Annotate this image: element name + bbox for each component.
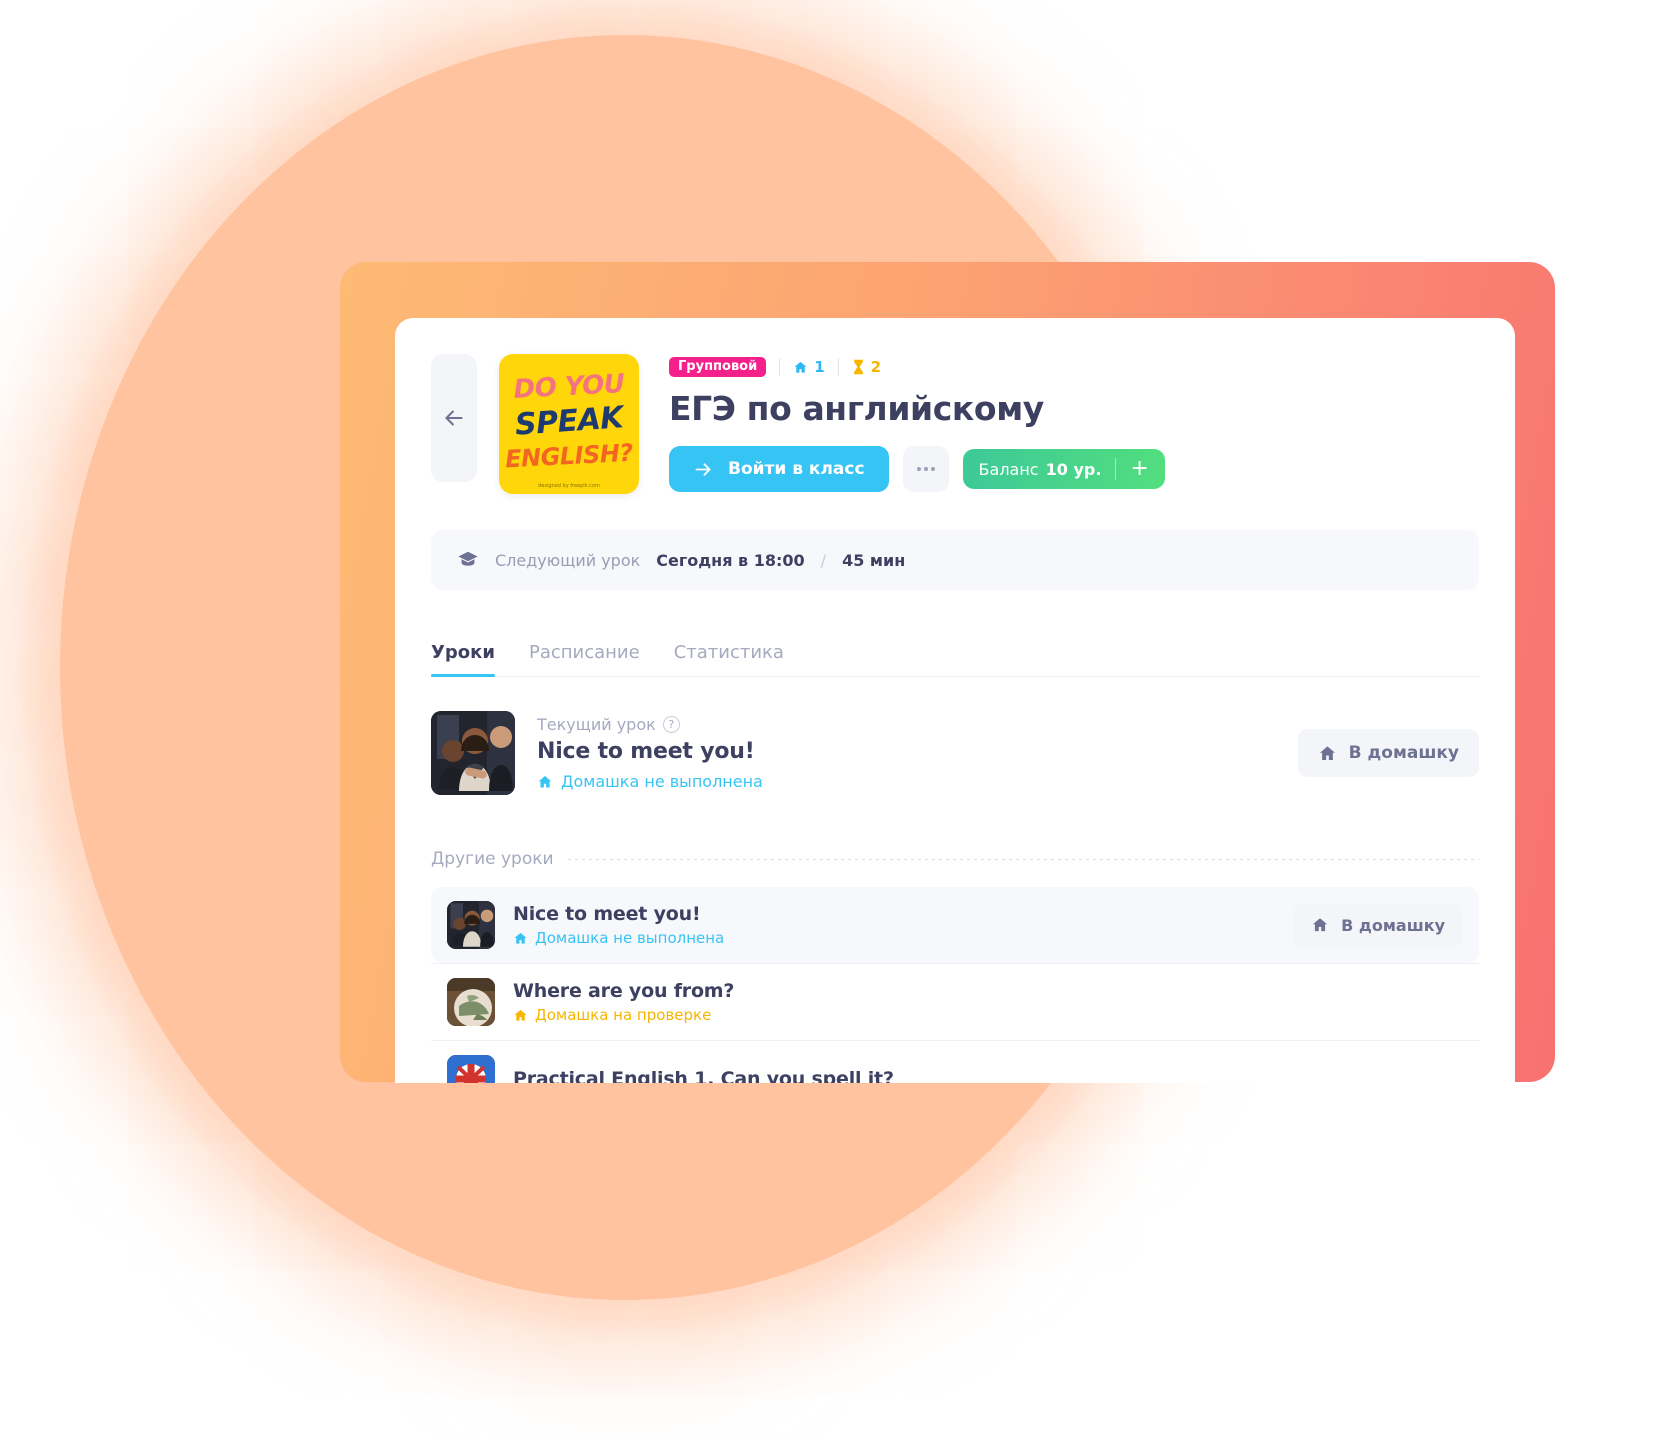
stat-homework-value: 1 (814, 358, 825, 376)
home-icon (537, 774, 553, 790)
other-lessons-heading: Другие уроки (431, 849, 1479, 869)
question-mark-icon[interactable]: ? (662, 716, 680, 733)
next-lesson-banner: Следующий урок Сегодня в 18:00 / 45 мин (431, 530, 1479, 590)
balance-label: Баланс (978, 459, 1039, 479)
more-options-button[interactable] (902, 446, 949, 492)
back-button[interactable] (431, 354, 477, 482)
current-lesson-homework-label: В домашку (1348, 743, 1459, 763)
enter-class-label: Войти в класс (728, 459, 865, 479)
home-icon (513, 1008, 528, 1023)
current-lesson-status: Домашка не выполнена (537, 772, 1276, 791)
course-header-content: Групповой 1 2 ЕГЭ по английскому Войти в… (669, 354, 1165, 492)
stat-hours: 2 (852, 358, 881, 376)
lesson-info: Where are you from? Домашка на проверке (513, 980, 1463, 1024)
dot-icon (930, 467, 935, 471)
course-meta-row: Групповой 1 2 (669, 356, 1165, 378)
lesson-thumbnail (447, 901, 495, 949)
enter-class-button[interactable]: Войти в класс (669, 446, 889, 492)
current-lesson-info: Текущий урок ? Nice to meet you! Домашка… (537, 715, 1276, 791)
dot-icon (923, 467, 928, 471)
thumb-line-2: SPEAK (513, 400, 625, 443)
hourglass-icon (852, 359, 865, 375)
other-lessons-list: Nice to meet you! Домашка не выполнена В… (431, 887, 1479, 1083)
lesson-homework-button[interactable]: В домашку (1293, 903, 1463, 947)
tab-lessons[interactable]: Уроки (431, 642, 495, 677)
home-icon (1318, 744, 1337, 763)
lesson-row[interactable]: Where are you from? Домашка на проверке (431, 963, 1479, 1040)
stat-hours-value: 2 (870, 358, 882, 376)
lesson-row[interactable]: Practical English 1. Can you spell it? (431, 1040, 1479, 1083)
page-title: ЕГЭ по английскому (669, 389, 1044, 428)
next-lesson-label: Следующий урок (495, 550, 641, 570)
current-lesson-card[interactable]: Текущий урок ? Nice to meet you! Домашка… (431, 711, 1479, 795)
lesson-status: Домашка не выполнена (513, 929, 1275, 947)
graduation-cap-icon (457, 549, 479, 571)
status-badge-group: Групповой (669, 357, 767, 377)
home-icon (793, 360, 808, 375)
lesson-title: Nice to meet you! (513, 903, 701, 925)
balance-chip[interactable]: Баланс 10 ур. + (962, 449, 1165, 489)
lesson-row[interactable]: Nice to meet you! Домашка не выполнена В… (431, 887, 1479, 963)
next-lesson-when: Сегодня в 18:00 (656, 550, 805, 570)
arrow-right-icon (693, 459, 714, 480)
home-icon (513, 931, 528, 946)
arrow-left-icon (441, 405, 467, 431)
current-lesson-thumbnail (431, 711, 515, 795)
meta-divider (779, 358, 781, 376)
lesson-thumbnail (447, 1055, 495, 1083)
balance-add-button[interactable]: + (1130, 458, 1160, 480)
balance-value: 10 ур. (1045, 459, 1102, 479)
lesson-status-label: Домашка на проверке (535, 1006, 712, 1024)
current-lesson-title: Nice to meet you! (537, 739, 755, 764)
lesson-status: Домашка на проверке (513, 1006, 1463, 1024)
tab-bar: Уроки Расписание Статистика (431, 642, 1479, 677)
lesson-info: Practical English 1. Can you spell it? (513, 1068, 1463, 1083)
current-lesson-status-label: Домашка не выполнена (561, 772, 763, 791)
course-thumbnail[interactable]: DO YOU SPEAK ENGLISH? designed by freepi… (499, 354, 639, 494)
current-lesson-kicker-label: Текущий урок (537, 715, 656, 734)
dotted-divider (567, 858, 1479, 860)
stat-homework: 1 (793, 358, 825, 376)
home-icon (1311, 916, 1329, 934)
balance-divider (1115, 458, 1117, 480)
lesson-info: Nice to meet you! Домашка не выполнена (513, 903, 1275, 947)
course-header: DO YOU SPEAK ENGLISH? designed by freepi… (395, 318, 1515, 494)
dot-icon (916, 467, 921, 471)
lesson-homework-label: В домашку (1341, 915, 1445, 935)
thumb-credit: designed by freepik.com (538, 483, 600, 489)
course-actions: Войти в класс Баланс 10 ур. + (669, 446, 1165, 492)
app-window: DO YOU SPEAK ENGLISH? designed by freepi… (395, 318, 1515, 1083)
tab-statistics[interactable]: Статистика (674, 642, 784, 676)
meta-divider-2 (837, 358, 839, 376)
current-lesson-homework-button[interactable]: В домашку (1297, 729, 1479, 777)
thumb-line-3: ENGLISH? (504, 438, 634, 474)
lesson-status-label: Домашка не выполнена (535, 929, 725, 947)
other-lessons-heading-label: Другие уроки (431, 849, 554, 869)
tab-schedule[interactable]: Расписание (529, 642, 640, 676)
next-lesson-duration: 45 мин (842, 550, 906, 570)
lesson-thumbnail (447, 978, 495, 1026)
lesson-title: Practical English 1. Can you spell it? (513, 1068, 894, 1083)
current-lesson-kicker: Текущий урок ? (537, 715, 1276, 734)
lesson-title: Where are you from? (513, 980, 735, 1002)
next-lesson-separator: / (820, 550, 827, 570)
